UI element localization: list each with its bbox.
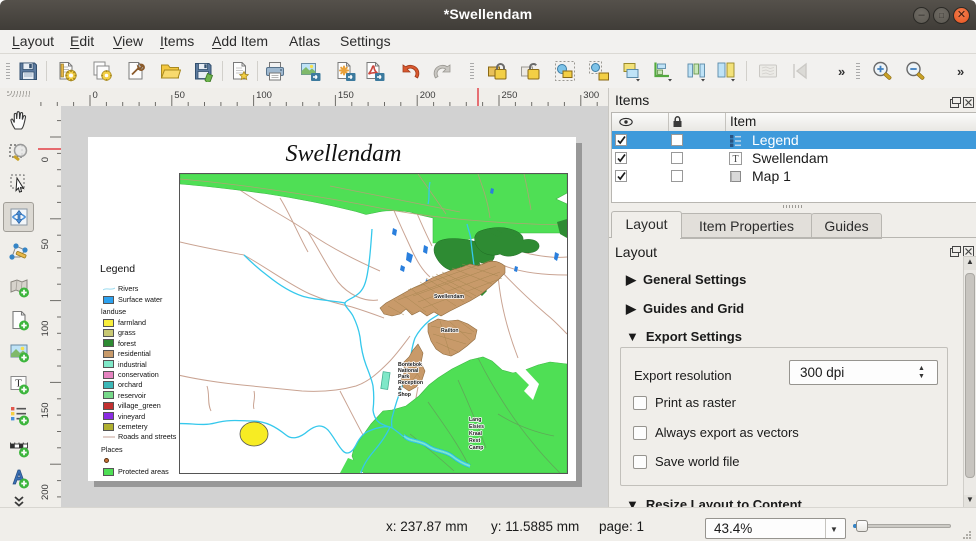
svg-text:Lang: Lang	[469, 417, 481, 423]
svg-text:0: 0	[93, 90, 98, 101]
svg-text:Camp: Camp	[469, 445, 483, 451]
svg-text:Kraal: Kraal	[469, 431, 483, 437]
svg-text:50: 50	[40, 239, 51, 250]
svg-text:250: 250	[502, 90, 518, 101]
svg-text:0: 0	[40, 157, 51, 162]
svg-text:T: T	[732, 154, 738, 165]
svg-text:150: 150	[338, 90, 354, 101]
svg-text:100: 100	[40, 321, 51, 337]
svg-text:Swellendam: Swellendam	[434, 294, 464, 300]
svg-text:300: 300	[583, 90, 599, 101]
svg-text:Shop: Shop	[398, 392, 411, 398]
svg-text:200: 200	[40, 484, 51, 500]
svg-text:50: 50	[174, 90, 185, 101]
svg-text:Elsies: Elsies	[469, 424, 484, 430]
svg-text:100: 100	[256, 90, 272, 101]
svg-text:Railton: Railton	[441, 328, 459, 334]
svg-text:Reception: Reception	[398, 380, 423, 386]
svg-text:Rest: Rest	[469, 438, 481, 444]
svg-text:150: 150	[40, 402, 51, 418]
svg-text:200: 200	[420, 90, 436, 101]
